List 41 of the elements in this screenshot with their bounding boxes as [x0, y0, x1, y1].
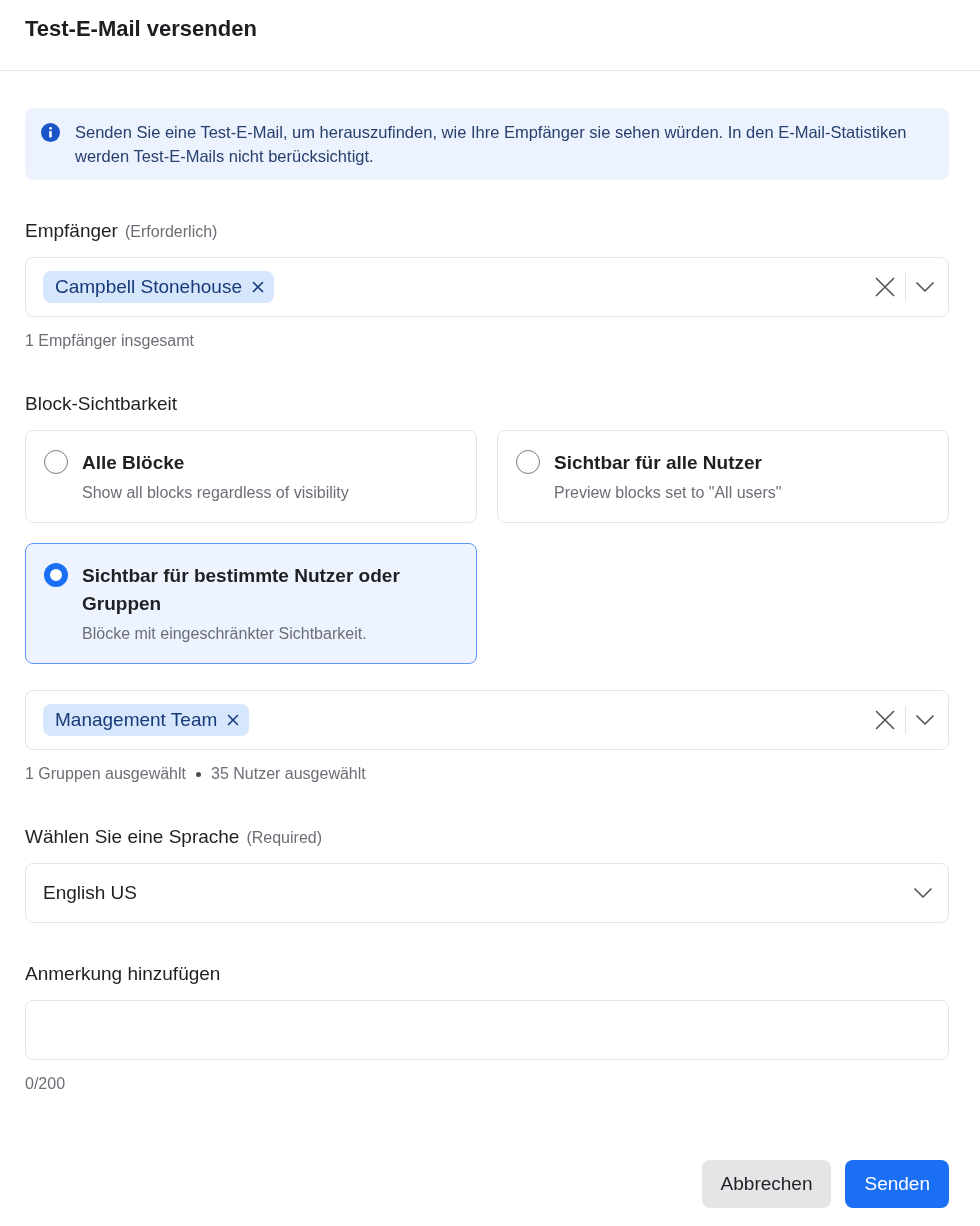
- field-label: Block-Sichtbarkeit: [25, 392, 178, 416]
- field-label: Empfänger: [25, 219, 118, 243]
- bullet-icon: [196, 771, 201, 777]
- helper-text: 1 Empfänger insgesamt: [25, 331, 194, 351]
- visibility-option-card[interactable]: Alle Blöcke Show all blocks regardless of visibility: [25, 430, 477, 523]
- option-title: Sichtbar für bestimmte Nutzer oder Gruppen: [82, 564, 401, 616]
- language-select[interactable]: English US: [25, 863, 949, 923]
- info-text: Senden Sie eine Test-E-Mail, um herauszufinden, wie Ihre Empfänger sie sehen würden. In den E-Mail-Statistiken werden Test-E-Mails nicht berücksichtigt.: [75, 122, 908, 167]
- option-description: Preview blocks set to "All users": [554, 483, 782, 503]
- option-title: Alle Blöcke: [82, 451, 186, 475]
- helper-text: 35 Nutzer ausgewählt: [211, 764, 366, 784]
- cancel-button[interactable]: Abbrechen: [701, 1160, 832, 1208]
- chevron-down-icon[interactable]: [914, 888, 932, 898]
- radio-button[interactable]: [44, 450, 68, 474]
- visibility-option-card[interactable]: Sichtbar für bestimmte Nutzer oder Gruppen Blöcke mit eingeschränkter Sichtbarkeit.: [25, 543, 477, 664]
- required-hint: (Required): [246, 828, 322, 848]
- remove-icon[interactable]: [227, 714, 240, 726]
- clear-icon[interactable]: [874, 277, 895, 297]
- radio-button[interactable]: [44, 563, 68, 587]
- radio-button[interactable]: [516, 450, 540, 474]
- chip-label: Campbell Stonehouse: [55, 275, 242, 299]
- option-description: Show all blocks regardless of visibility: [82, 483, 349, 503]
- chip-label: Management Team: [55, 708, 218, 732]
- recipients-field[interactable]: Campbell Stonehouse: [25, 257, 949, 317]
- groups-field[interactable]: Management Team: [25, 690, 949, 750]
- remove-icon[interactable]: [251, 281, 264, 293]
- note-field[interactable]: [25, 1000, 949, 1060]
- info-icon: [41, 123, 60, 142]
- option-title: Sichtbar für alle Nutzer: [554, 451, 763, 475]
- send-button[interactable]: Senden: [845, 1160, 949, 1208]
- dialog-title: Test-E-Mail versenden: [25, 16, 257, 42]
- chevron-down-icon[interactable]: [916, 715, 934, 725]
- field-label: Wählen Sie eine Sprache: [25, 825, 240, 849]
- required-hint: (Erforderlich): [124, 222, 218, 242]
- field-label: Anmerkung hinzufügen: [25, 962, 221, 986]
- option-description: Blöcke mit eingeschränkter Sichtbarkeit.: [82, 624, 368, 644]
- helper-text: 1 Gruppen ausgewählt: [25, 764, 186, 784]
- visibility-option-card[interactable]: Sichtbar für alle Nutzer Preview blocks set to "All users": [497, 430, 949, 523]
- clear-icon[interactable]: [874, 710, 895, 730]
- chevron-down-icon[interactable]: [916, 282, 934, 292]
- character-counter: 0/200: [25, 1074, 66, 1094]
